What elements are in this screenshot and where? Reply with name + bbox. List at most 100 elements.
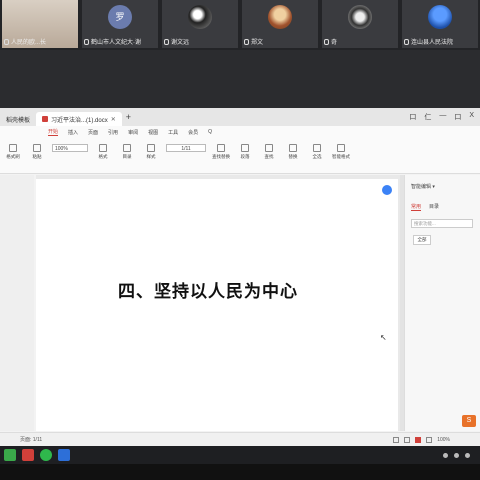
menu-page[interactable]: 页面 [88,129,98,136]
view-mode-icon[interactable] [404,436,411,443]
page-input[interactable]: 1/11 [166,144,206,152]
participant-name: 人民的欧...长 [4,37,76,46]
panel-all-button[interactable]: 全部 [413,235,431,245]
panel-title[interactable]: 智能编辑 ▾ [411,183,435,190]
window-control[interactable]: 仁 [424,112,431,122]
paragraph-icon [241,144,249,152]
replace-button[interactable]: 替换 [284,144,302,160]
volume-icon[interactable] [454,452,459,458]
paragraph-button[interactable]: 段落 [236,144,254,160]
mic-icon [84,38,89,45]
avatar [428,5,452,29]
ribbon-toolbar: 格式刷 粘贴 100% 格式 目录 样式 1/11 查找替换 段落 查找 替换 … [0,138,480,174]
menu-reference[interactable]: 引用 [108,129,118,136]
right-side-panel: 智能编辑 ▾ 常用 目录 搜索功能... 全部 S [404,175,480,431]
status-bar: 页面: 1/11 100% [0,432,480,446]
maximize-button[interactable]: 口 [454,112,461,122]
participant-name: 郑文 [244,37,316,46]
taskbar [0,446,480,464]
grid-icon[interactable] [4,449,16,461]
tab-bar: 稻壳模板 习近平法治...(1).docx ✕ + 口 仁 — 口 X [0,108,480,126]
document-heading: 四、坚持以人民为中心 [118,282,298,302]
window-controls: 口 仁 — 口 X [409,112,474,122]
page-navigator[interactable]: 1/11 [166,144,206,152]
new-tab-button[interactable]: + [126,112,131,122]
read-mode-icon[interactable] [415,436,422,443]
zoom-input[interactable]: 100% [52,144,88,152]
menu-view[interactable]: 视图 [148,129,158,136]
participant-tile[interactable]: 谢文远 [162,0,238,48]
panel-tabs: 常用 目录 [411,203,439,211]
smart-format-button[interactable]: 智能格式 [332,144,350,160]
status-controls: 100% [393,436,480,443]
style-icon [147,144,155,152]
tab-document[interactable]: 习近平法治...(1).docx ✕ [36,112,122,126]
participant-tile[interactable]: 奇 [322,0,398,48]
screen-bottom-bezel [0,464,480,480]
panel-tab-common[interactable]: 常用 [411,203,422,211]
page-status: 页面: 1/11 [20,437,43,443]
format-painter-button[interactable]: 格式刷 [4,144,22,160]
minimize-button[interactable]: — [439,112,446,122]
participant-tile[interactable]: 人民的欧...长 [2,0,78,48]
left-navigation-pane [0,175,34,431]
search-icon[interactable]: Q [208,129,212,135]
meeting-icon[interactable] [58,449,70,461]
find-icon [217,144,225,152]
find-button[interactable]: 查找 [260,144,278,160]
mic-icon [4,38,9,45]
participant-name: 鹤山市人文纪大·谢 [84,37,156,46]
participant-tile[interactable]: 连山县人民法院 [402,0,478,48]
avatar [268,5,292,29]
paste-button[interactable]: 粘贴 [28,144,46,160]
menu-tools[interactable]: 工具 [168,129,178,136]
select-icon [313,144,321,152]
document-icon [42,116,49,122]
avatar [188,5,212,29]
panel-tab-toc[interactable]: 目录 [429,203,439,211]
meeting-participant-strip: 人民的欧...长 罗 鹤山市人文纪大·谢 谢文远 郑文 奇 连山县人民法院 [0,0,480,50]
style-button[interactable]: 样式 [142,144,160,160]
participant-tile[interactable]: 郑文 [242,0,318,48]
web-view-icon[interactable] [426,436,433,443]
find-replace-button[interactable]: 查找替换 [212,144,230,160]
menu-home[interactable]: 开始 [48,128,59,136]
mouse-cursor-icon: ↖ [380,333,387,342]
wps-icon[interactable] [22,449,34,461]
participant-tile[interactable]: 罗 鹤山市人文纪大·谢 [82,0,158,48]
mic-icon [244,38,249,45]
menu-insert[interactable]: 插入 [68,129,78,136]
battery-icon[interactable] [465,452,470,458]
document-app-window: 稻壳模板 习近平法治...(1).docx ✕ + 口 仁 — 口 X 开始 插… [0,108,480,446]
ai-assistant-icon[interactable] [382,185,392,195]
network-icon[interactable] [443,452,448,458]
avatar [348,5,372,29]
zoom-level[interactable]: 100% [437,437,450,443]
brush-icon [9,144,17,152]
avatar: 罗 [108,5,132,29]
participant-name: 奇 [324,37,396,46]
view-mode-icon[interactable] [393,436,400,443]
document-page[interactable]: 四、坚持以人民为中心 ↖ [36,179,398,431]
search-icon [265,144,273,152]
close-window-button[interactable]: X [469,112,474,122]
mic-icon [324,38,329,45]
panel-search-input[interactable]: 搜索功能... [411,219,473,228]
wps-logo-icon[interactable]: S [462,415,476,427]
format-icon [99,144,107,152]
close-icon[interactable]: ✕ [111,116,116,123]
wechat-icon[interactable] [40,449,52,461]
select-all-button[interactable]: 全选 [308,144,326,160]
tab-templates[interactable]: 稻壳模板 [0,112,36,126]
system-tray [443,452,480,458]
menu-review[interactable]: 审阅 [128,129,138,136]
menu-member[interactable]: 会员 [188,129,198,136]
format-button[interactable]: 格式 [94,144,112,160]
zoom-control[interactable]: 100% [52,144,88,152]
participant-name: 连山县人民法院 [404,37,476,46]
ribbon-menu: 开始 插入 页面 引用 审阅 视图 工具 会员 Q [0,126,480,138]
list-icon [123,144,131,152]
document-canvas: 四、坚持以人民为中心 ↖ [36,175,400,431]
window-control[interactable]: 口 [409,112,416,122]
toc-button[interactable]: 目录 [118,144,136,160]
